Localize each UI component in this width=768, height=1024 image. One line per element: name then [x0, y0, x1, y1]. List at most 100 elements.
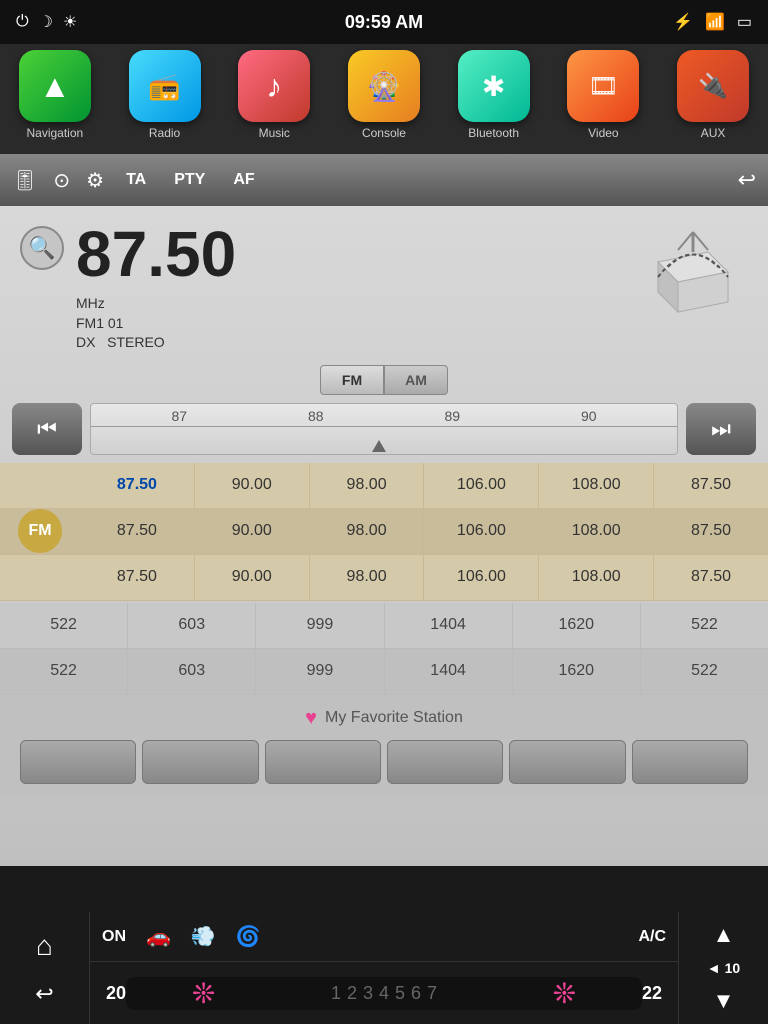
fm-preset-2-4[interactable]: 106.00 — [424, 509, 539, 554]
fm-preset-1-2[interactable]: 90.00 — [195, 463, 310, 508]
fm-preset-2-5[interactable]: 108.00 — [539, 509, 654, 554]
fm-preset-1-3[interactable]: 98.00 — [310, 463, 425, 508]
passenger-heat-icon[interactable]: 🚗 — [146, 924, 171, 949]
fav-slot-2[interactable] — [142, 740, 258, 784]
tuner-needle — [372, 440, 386, 452]
am-preset-2-2[interactable]: 603 — [128, 649, 256, 694]
fan-num-4: 4 — [379, 983, 389, 1004]
fm-preset-3-6[interactable]: 87.50 — [654, 555, 768, 600]
fm-preset-1-6[interactable]: 87.50 — [654, 463, 768, 508]
am-preset-2-6[interactable]: 522 — [641, 649, 768, 694]
airflow-icon[interactable]: 💨 — [191, 924, 216, 949]
frequency-details: MHz FM1 01 DX STEREO — [76, 294, 236, 353]
fan-num-6: 6 — [411, 983, 421, 1004]
tuner-prev-button[interactable]: ⏮ — [12, 403, 82, 455]
on-label[interactable]: ON — [102, 928, 126, 946]
app-navigation[interactable]: ▲ Navigation — [19, 50, 91, 140]
bottom-row-controls: 20 ❊ 1 2 3 4 5 6 7 ❊ 22 — [90, 962, 678, 1024]
fav-slot-3[interactable] — [265, 740, 381, 784]
fm-preset-3-4[interactable]: 106.00 — [424, 555, 539, 600]
battery-icon: ▭ — [737, 12, 752, 32]
am-button[interactable]: AM — [384, 365, 448, 395]
fm-preset-row-3: 87.50 90.00 98.00 106.00 108.00 87.50 — [0, 555, 768, 601]
rds-icon[interactable]: ⊙ — [53, 168, 70, 193]
fm-preset-3-1[interactable]: 87.50 — [80, 555, 195, 600]
fav-slot-4[interactable] — [387, 740, 503, 784]
frequency-stereo: STEREO — [107, 334, 165, 350]
music-label: Music — [259, 126, 290, 140]
favorites-label: My Favorite Station — [325, 709, 463, 727]
fm-preset-3-5[interactable]: 108.00 — [539, 555, 654, 600]
fm-preset-3-2[interactable]: 90.00 — [195, 555, 310, 600]
home-button[interactable]: ⌂ — [36, 930, 53, 962]
frequency-unit: MHz — [76, 294, 236, 314]
fm-preset-2-2[interactable]: 90.00 — [195, 509, 310, 554]
fm-badge-label: FM — [0, 509, 80, 553]
am-preset-2-3[interactable]: 999 — [256, 649, 384, 694]
pty-button[interactable]: PTY — [168, 169, 211, 191]
tuner-next-button[interactable]: ⏭ — [686, 403, 756, 455]
tuner-marks: 87 88 89 90 — [91, 404, 677, 424]
right-temp: 22 — [642, 983, 662, 1004]
volume-up-button[interactable]: ▲ — [713, 922, 735, 948]
app-bluetooth[interactable]: ✱ Bluetooth — [458, 50, 530, 140]
tuner-slider[interactable]: 87 88 89 90 — [90, 403, 678, 455]
am-preset-2-1[interactable]: 522 — [0, 649, 128, 694]
am-preset-1-4[interactable]: 1404 — [385, 603, 513, 648]
navigation-label: Navigation — [26, 126, 83, 140]
bluetooth-label: Bluetooth — [468, 126, 519, 140]
windshield-icon[interactable]: 🌀 — [236, 924, 261, 949]
fm-preset-3-3[interactable]: 98.00 — [310, 555, 425, 600]
ta-button[interactable]: TA — [120, 169, 152, 191]
fm-preset-1-1[interactable]: 87.50 — [80, 463, 195, 508]
fav-slot-1[interactable] — [20, 740, 136, 784]
app-console[interactable]: 🎡 Console — [348, 50, 420, 140]
fan-num-5: 5 — [395, 983, 405, 1004]
ac-label[interactable]: A/C — [638, 928, 666, 946]
favorite-slots — [20, 740, 748, 784]
fm-preset-1-4[interactable]: 106.00 — [424, 463, 539, 508]
fm-preset-2-3[interactable]: 98.00 — [310, 509, 425, 554]
am-preset-1-3[interactable]: 999 — [256, 603, 384, 648]
am-preset-1-2[interactable]: 603 — [128, 603, 256, 648]
fm-preset-1-5[interactable]: 108.00 — [539, 463, 654, 508]
prev-arrow-icon: ⏮ — [37, 416, 57, 442]
frequency-value: 87.50 — [76, 222, 236, 286]
am-preset-row-1: 522 603 999 1404 1620 522 — [0, 603, 768, 649]
am-preset-1-5[interactable]: 1620 — [513, 603, 641, 648]
am-preset-2-5[interactable]: 1620 — [513, 649, 641, 694]
fav-slot-5[interactable] — [509, 740, 625, 784]
next-arrow-icon: ⏭ — [711, 416, 731, 442]
fan-num-7: 7 — [427, 983, 437, 1004]
top-row-controls: ON 🚗 💨 🌀 A/C — [90, 912, 678, 962]
back-button[interactable]: ↩ — [738, 167, 756, 193]
search-button[interactable]: 🔍 — [20, 226, 64, 270]
app-music[interactable]: ♪ Music — [238, 50, 310, 140]
am-preset-1-6[interactable]: 522 — [641, 603, 768, 648]
console-label: Console — [362, 126, 406, 140]
frequency-band: FM1 01 — [76, 314, 236, 334]
fm-button[interactable]: FM — [320, 365, 384, 395]
fan-display: ❊ 1 2 3 4 5 6 7 ❊ — [126, 977, 642, 1010]
fan-right-icon: ❊ — [553, 977, 576, 1010]
fan-level-numbers: 1 2 3 4 5 6 7 — [331, 983, 437, 1004]
fav-slot-6[interactable] — [632, 740, 748, 784]
video-label: Video — [588, 126, 618, 140]
volume-down-button[interactable]: ▼ — [713, 988, 735, 1014]
af-button[interactable]: AF — [227, 169, 260, 191]
app-video[interactable]: 🎞 Video — [567, 50, 639, 140]
settings-icon[interactable]: ⚙ — [86, 168, 104, 193]
fm-badge: FM — [18, 509, 62, 553]
tuner-section: ⏮ 87 88 89 90 ⏭ — [12, 403, 756, 455]
fm-preset-row-1: 87.50 90.00 98.00 106.00 108.00 87.50 — [0, 463, 768, 509]
mark-88: 88 — [308, 408, 324, 424]
eq-icon[interactable]: 🎚 — [12, 168, 37, 193]
back-nav-button[interactable]: ↩ — [35, 981, 53, 1007]
fm-preset-2-6[interactable]: 87.50 — [654, 509, 768, 554]
console-icon: 🎡 — [348, 50, 420, 122]
fm-preset-2-1[interactable]: 87.50 — [80, 509, 195, 554]
am-preset-1-1[interactable]: 522 — [0, 603, 128, 648]
app-radio[interactable]: 📻 Radio — [129, 50, 201, 140]
app-aux[interactable]: 🔌 AUX — [677, 50, 749, 140]
am-preset-2-4[interactable]: 1404 — [385, 649, 513, 694]
